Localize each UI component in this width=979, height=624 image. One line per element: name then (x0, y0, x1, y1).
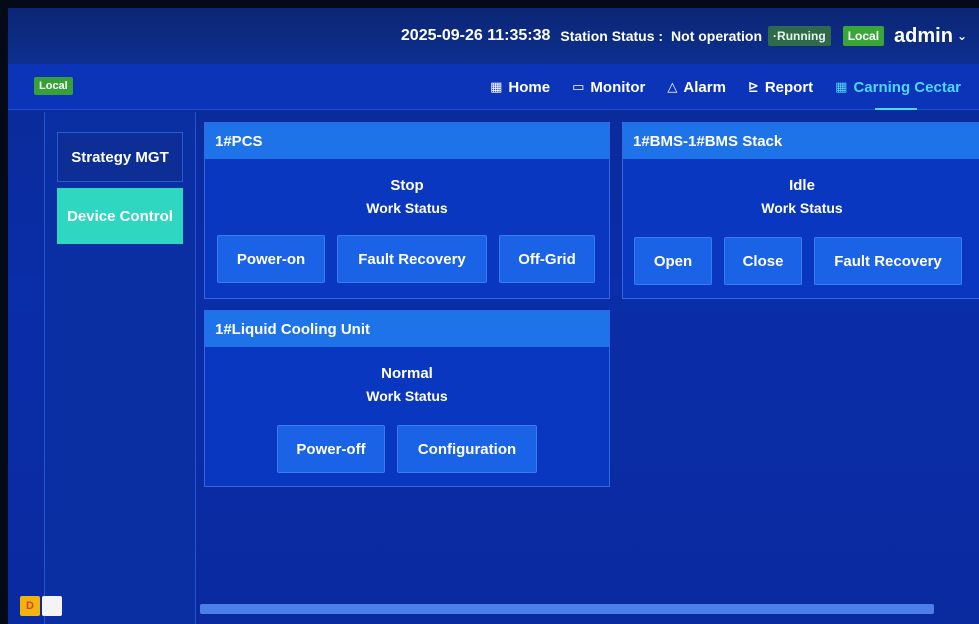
station-status-label: Station Status : (560, 28, 664, 44)
pcs-panel: 1#PCS Stop Work Status Power-on Fault Re… (204, 122, 610, 299)
alarm-icon: △ (667, 79, 678, 94)
button-row: Power-on Fault Recovery Off-Grid (205, 235, 609, 283)
sidebar-item-strategy-mgt[interactable]: Strategy MGT (57, 132, 183, 182)
horizontal-scrollbar[interactable] (200, 604, 934, 614)
nav-item-label: Monitor (590, 78, 646, 96)
liquid-cooling-panel: 1#Liquid Cooling Unit Normal Work Status… (204, 310, 610, 487)
nav-item-monitor[interactable]: ▭ Monitor (572, 74, 645, 100)
work-status-label: Work Status (366, 200, 448, 216)
user-menu[interactable]: admin (894, 25, 953, 48)
off-grid-button[interactable]: Off-Grid (499, 235, 595, 283)
sidebar-item-device-control[interactable]: Device Control (57, 188, 183, 244)
nav-item-label: Carning Cectar (853, 78, 961, 96)
local-badge: Local (842, 26, 885, 46)
nav-item-home[interactable]: ▦ Home (490, 74, 550, 100)
panel-title: 1#PCS (205, 123, 609, 159)
nav-item-label: Home (508, 78, 551, 96)
top-status-bar: 2025-09-26 11:35:38 Station Status : Not… (8, 8, 979, 64)
panel-title: 1#Liquid Cooling Unit (205, 311, 609, 347)
nav-items: ▦ Home ▭ Monitor △ Alarm ⊵ Report ▦ Carn… (468, 74, 961, 110)
sidebar: Strategy MGT Device Control (44, 112, 196, 624)
app-icon[interactable]: D (20, 596, 40, 616)
nav-item-alarm[interactable]: △ Alarm (667, 74, 726, 100)
work-status-label: Work Status (366, 388, 448, 404)
work-status-value: Normal (381, 365, 433, 382)
configuration-button[interactable]: Configuration (397, 425, 537, 473)
grid-icon: ▦ (835, 79, 848, 94)
nav-item-label: Report (764, 78, 814, 96)
work-status-value: Stop (390, 177, 424, 194)
power-off-button[interactable]: Power-off (277, 425, 385, 473)
datetime: 2025-09-26 11:35:38 (400, 27, 551, 44)
nav-item-label: Alarm (683, 78, 726, 96)
station-status-value: Not operation (671, 28, 763, 44)
fault-recovery-button[interactable]: Fault Recovery (814, 237, 962, 285)
report-icon: ⊵ (747, 79, 759, 94)
button-row: Power-off Configuration (205, 425, 609, 473)
nav-item-control-center[interactable]: ▦ Carning Cectar (835, 74, 961, 110)
panel-title: 1#BMS-1#BMS Stack (623, 123, 979, 159)
home-icon: ▦ (490, 79, 503, 94)
running-badge: ·Running (768, 26, 831, 46)
chevron-down-icon[interactable]: ⌄ (957, 29, 967, 43)
power-on-button[interactable]: Power-on (217, 235, 325, 283)
taskbar: D (20, 596, 62, 616)
work-status-label: Work Status (761, 200, 843, 216)
work-status-value: Idle (789, 177, 815, 194)
monitor-icon: ▭ (572, 79, 585, 94)
local-tag: Local (34, 77, 73, 95)
window-icon[interactable] (42, 596, 62, 616)
fault-recovery-button[interactable]: Fault Recovery (337, 235, 487, 283)
open-button[interactable]: Open (634, 237, 712, 285)
bms-panel: 1#BMS-1#BMS Stack Idle Work Status Open … (622, 122, 979, 299)
nav-bar: Local ▦ Home ▭ Monitor △ Alarm ⊵ Report … (8, 64, 979, 110)
close-button[interactable]: Close (724, 237, 802, 285)
screen: 2025-09-26 11:35:38 Station Status : Not… (8, 8, 979, 624)
nav-item-report[interactable]: ⊵ Report (748, 74, 813, 100)
button-row: Open Close Fault Recovery (623, 237, 979, 285)
